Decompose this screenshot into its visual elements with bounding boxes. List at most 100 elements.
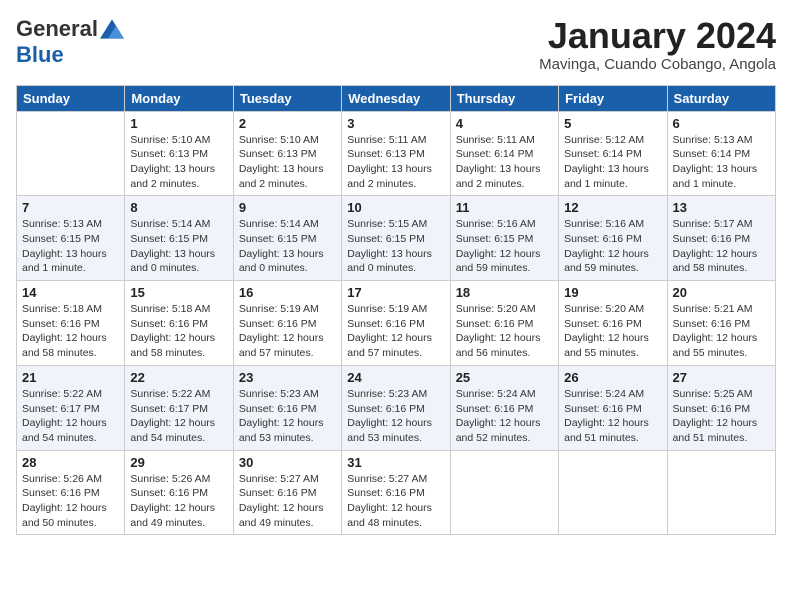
day-info: Sunrise: 5:26 AMSunset: 6:16 PMDaylight:… [22,472,119,531]
column-header-friday: Friday [559,85,667,111]
day-info: Sunrise: 5:13 AMSunset: 6:14 PMDaylight:… [673,133,770,192]
day-info: Sunrise: 5:17 AMSunset: 6:16 PMDaylight:… [673,217,770,276]
day-number: 14 [22,285,119,300]
calendar-cell: 19 Sunrise: 5:20 AMSunset: 6:16 PMDayligh… [559,281,667,366]
logo-icon [100,19,124,39]
day-number: 1 [130,116,227,131]
day-info: Sunrise: 5:23 AMSunset: 6:16 PMDaylight:… [347,387,444,446]
day-info: Sunrise: 5:11 AMSunset: 6:13 PMDaylight:… [347,133,444,192]
day-number: 7 [22,200,119,215]
day-number: 15 [130,285,227,300]
calendar-cell: 7 Sunrise: 5:13 AMSunset: 6:15 PMDaylight… [17,196,125,281]
calendar-table: SundayMondayTuesdayWednesdayThursdayFrid… [16,85,776,536]
day-number: 25 [456,370,553,385]
day-info: Sunrise: 5:13 AMSunset: 6:15 PMDaylight:… [22,217,119,276]
day-number: 23 [239,370,336,385]
day-number: 4 [456,116,553,131]
day-number: 18 [456,285,553,300]
calendar-header-row: SundayMondayTuesdayWednesdayThursdayFrid… [17,85,776,111]
day-info: Sunrise: 5:16 AMSunset: 6:16 PMDaylight:… [564,217,661,276]
day-number: 28 [22,455,119,470]
day-number: 5 [564,116,661,131]
day-info: Sunrise: 5:24 AMSunset: 6:16 PMDaylight:… [456,387,553,446]
calendar-cell [17,111,125,196]
day-info: Sunrise: 5:27 AMSunset: 6:16 PMDaylight:… [239,472,336,531]
day-number: 27 [673,370,770,385]
calendar-week-row: 7 Sunrise: 5:13 AMSunset: 6:15 PMDaylight… [17,196,776,281]
day-info: Sunrise: 5:10 AMSunset: 6:13 PMDaylight:… [239,133,336,192]
calendar-cell: 8 Sunrise: 5:14 AMSunset: 6:15 PMDaylight… [125,196,233,281]
day-number: 9 [239,200,336,215]
day-number: 3 [347,116,444,131]
day-info: Sunrise: 5:11 AMSunset: 6:14 PMDaylight:… [456,133,553,192]
calendar-cell: 12Sunrise: 5:16 AMSunset: 6:16 PMDayligh… [559,196,667,281]
day-info: Sunrise: 5:20 AMSunset: 6:16 PMDaylight:… [456,302,553,361]
calendar-cell: 31Sunrise: 5:27 AMSunset: 6:16 PMDayligh… [342,450,450,535]
calendar-cell: 13 Sunrise: 5:17 AMSunset: 6:16 PMDayligh… [667,196,775,281]
calendar-cell: 24 Sunrise: 5:23 AMSunset: 6:16 PMDayligh… [342,365,450,450]
calendar-cell: 1 Sunrise: 5:10 AMSunset: 6:13 PMDaylight… [125,111,233,196]
calendar-cell: 20 Sunrise: 5:21 AMSunset: 6:16 PMDayligh… [667,281,775,366]
day-number: 30 [239,455,336,470]
day-info: Sunrise: 5:19 AMSunset: 6:16 PMDaylight:… [347,302,444,361]
column-header-wednesday: Wednesday [342,85,450,111]
day-info: Sunrise: 5:27 AMSunset: 6:16 PMDaylight:… [347,472,444,531]
calendar-cell: 6 Sunrise: 5:13 AMSunset: 6:14 PMDaylight… [667,111,775,196]
day-number: 17 [347,285,444,300]
column-header-saturday: Saturday [667,85,775,111]
day-number: 20 [673,285,770,300]
calendar-week-row: 1 Sunrise: 5:10 AMSunset: 6:13 PMDaylight… [17,111,776,196]
calendar-week-row: 28 Sunrise: 5:26 AMSunset: 6:16 PMDayligh… [17,450,776,535]
day-info: Sunrise: 5:15 AMSunset: 6:15 PMDaylight:… [347,217,444,276]
calendar-cell: 11Sunrise: 5:16 AMSunset: 6:15 PMDayligh… [450,196,558,281]
day-info: Sunrise: 5:20 AMSunset: 6:16 PMDaylight:… [564,302,661,361]
calendar-week-row: 14 Sunrise: 5:18 AMSunset: 6:16 PMDayligh… [17,281,776,366]
month-title: January 2024 [539,16,776,56]
calendar-cell: 9Sunrise: 5:14 AMSunset: 6:15 PMDaylight… [233,196,341,281]
calendar-cell: 28 Sunrise: 5:26 AMSunset: 6:16 PMDayligh… [17,450,125,535]
column-header-sunday: Sunday [17,85,125,111]
day-info: Sunrise: 5:21 AMSunset: 6:16 PMDaylight:… [673,302,770,361]
day-info: Sunrise: 5:22 AMSunset: 6:17 PMDaylight:… [130,387,227,446]
calendar-cell: 10Sunrise: 5:15 AMSunset: 6:15 PMDayligh… [342,196,450,281]
day-info: Sunrise: 5:12 AMSunset: 6:14 PMDaylight:… [564,133,661,192]
logo-blue: Blue [16,42,64,68]
calendar-cell [559,450,667,535]
day-info: Sunrise: 5:19 AMSunset: 6:16 PMDaylight:… [239,302,336,361]
calendar-cell: 16Sunrise: 5:19 AMSunset: 6:16 PMDayligh… [233,281,341,366]
day-info: Sunrise: 5:18 AMSunset: 6:16 PMDaylight:… [22,302,119,361]
logo: General Blue [16,16,124,68]
day-number: 13 [673,200,770,215]
day-info: Sunrise: 5:22 AMSunset: 6:17 PMDaylight:… [22,387,119,446]
column-header-monday: Monday [125,85,233,111]
day-number: 19 [564,285,661,300]
column-header-tuesday: Tuesday [233,85,341,111]
day-info: Sunrise: 5:14 AMSunset: 6:15 PMDaylight:… [130,217,227,276]
page-header: General Blue January 2024 Mavinga, Cuand… [16,16,776,73]
day-number: 24 [347,370,444,385]
day-number: 2 [239,116,336,131]
day-info: Sunrise: 5:10 AMSunset: 6:13 PMDaylight:… [130,133,227,192]
calendar-cell: 14 Sunrise: 5:18 AMSunset: 6:16 PMDayligh… [17,281,125,366]
calendar-cell: 29 Sunrise: 5:26 AMSunset: 6:16 PMDayligh… [125,450,233,535]
calendar-cell: 17 Sunrise: 5:19 AMSunset: 6:16 PMDayligh… [342,281,450,366]
day-number: 29 [130,455,227,470]
logo-general: General [16,16,98,42]
day-info: Sunrise: 5:16 AMSunset: 6:15 PMDaylight:… [456,217,553,276]
calendar-cell [667,450,775,535]
calendar-cell: 18 Sunrise: 5:20 AMSunset: 6:16 PMDayligh… [450,281,558,366]
day-info: Sunrise: 5:26 AMSunset: 6:16 PMDaylight:… [130,472,227,531]
calendar-cell: 2 Sunrise: 5:10 AMSunset: 6:13 PMDaylight… [233,111,341,196]
location-subtitle: Mavinga, Cuando Cobango, Angola [539,56,776,73]
calendar-cell: 22Sunrise: 5:22 AMSunset: 6:17 PMDayligh… [125,365,233,450]
title-block: January 2024 Mavinga, Cuando Cobango, An… [539,16,776,73]
column-header-thursday: Thursday [450,85,558,111]
day-number: 6 [673,116,770,131]
calendar-cell: 30 Sunrise: 5:27 AMSunset: 6:16 PMDayligh… [233,450,341,535]
calendar-cell: 15Sunrise: 5:18 AMSunset: 6:16 PMDayligh… [125,281,233,366]
calendar-cell: 3 Sunrise: 5:11 AMSunset: 6:13 PMDaylight… [342,111,450,196]
day-number: 8 [130,200,227,215]
calendar-cell: 23 Sunrise: 5:23 AMSunset: 6:16 PMDayligh… [233,365,341,450]
day-number: 26 [564,370,661,385]
day-info: Sunrise: 5:23 AMSunset: 6:16 PMDaylight:… [239,387,336,446]
